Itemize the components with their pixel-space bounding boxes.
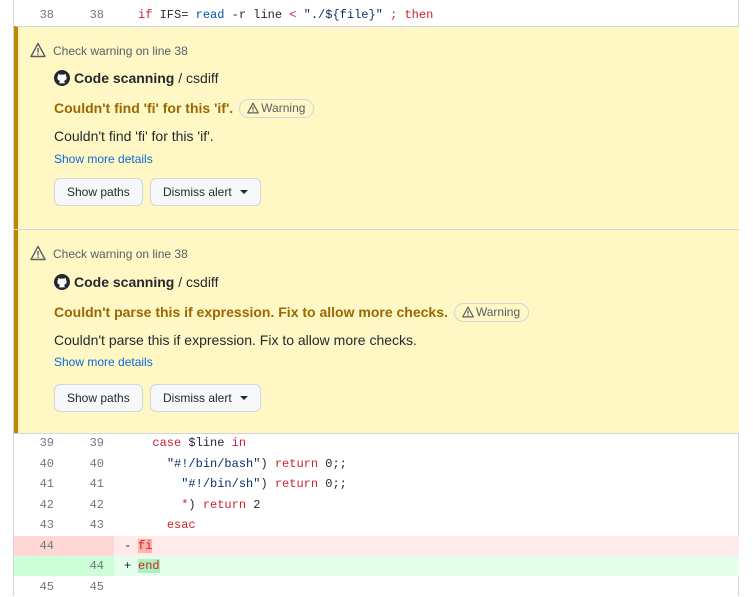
show-paths-button[interactable]: Show paths	[54, 384, 143, 412]
warning-badge: Warning	[239, 99, 315, 118]
alert-repo: / csdiff	[178, 70, 219, 86]
warning-badge-label: Warning	[475, 305, 521, 319]
alert-description: Couldn't parse this if expression. Fix t…	[54, 332, 417, 348]
dismiss-alert-label: Dismiss alert	[163, 185, 232, 199]
new-line-number[interactable]: 45	[64, 577, 104, 597]
alert-icon	[30, 42, 46, 63]
diff-sign: -	[124, 539, 132, 553]
diff-line: 39 39 case $line in	[14, 433, 739, 453]
code-line: fi	[138, 539, 153, 553]
github-icon	[54, 70, 70, 89]
diff-sign: +	[124, 559, 132, 573]
caret-down-icon	[239, 190, 248, 194]
alert-title: Couldn't find 'fi' for this 'if'. Warning	[54, 99, 315, 118]
github-icon	[54, 274, 70, 293]
alert-icon	[30, 245, 46, 266]
dismiss-alert-label: Dismiss alert	[163, 391, 232, 405]
diff-line: 41 41 "#!/bin/sh") return 0;;	[14, 474, 739, 494]
code-line: end	[138, 559, 160, 573]
code-scanning-alert: Check warning on line 38 Code scanning /…	[14, 26, 739, 229]
old-line-number[interactable]: 44	[14, 536, 54, 556]
diff-line: 40 40 "#!/bin/bash") return 0;;	[14, 454, 739, 474]
code-line: esac	[166, 518, 196, 532]
warning-badge-label: Warning	[261, 101, 306, 115]
old-line-number[interactable]: 43	[14, 515, 54, 535]
old-line-number[interactable]: 40	[14, 454, 54, 474]
alert-header: Check warning on line 38	[53, 44, 188, 58]
code-line: "#!/bin/sh") return 0;;	[181, 477, 347, 491]
diff-line: 43 43 esac	[14, 515, 739, 535]
diff-line: 45 45	[14, 577, 739, 597]
new-line-number[interactable]: 41	[64, 474, 104, 494]
alert-description: Couldn't find 'fi' for this 'if'.	[54, 128, 214, 144]
old-line-number[interactable]: 41	[14, 474, 54, 494]
alert-title-text: Couldn't find 'fi' for this 'if'.	[54, 100, 234, 116]
new-line-number[interactable]: 42	[64, 495, 104, 515]
show-more-details-link[interactable]: Show more details	[54, 355, 153, 369]
dismiss-alert-button[interactable]: Dismiss alert	[150, 384, 261, 412]
new-line-number[interactable]: 40	[64, 454, 104, 474]
alert-title-text: Couldn't parse this if expression. Fix t…	[54, 304, 448, 320]
code-line: "#!/bin/bash") return 0;;	[166, 457, 347, 471]
code-line: if IFS= read -r line < "./${file}" ; the…	[138, 8, 434, 22]
code-line: case $line in	[152, 436, 247, 450]
show-more-details-link[interactable]: Show more details	[54, 152, 153, 166]
show-paths-button[interactable]: Show paths	[54, 178, 143, 206]
alert-title: Couldn't parse this if expression. Fix t…	[54, 303, 530, 322]
alert-tool: Code scanning / csdiff	[54, 70, 218, 89]
diff-line-38: 38 38 if IFS= read -r line < "./${file}"…	[14, 5, 739, 25]
new-line-number[interactable]: 44	[64, 556, 104, 576]
new-line-number[interactable]: 39	[64, 433, 104, 453]
old-line-number[interactable]: 39	[14, 433, 54, 453]
alert-header: Check warning on line 38	[53, 247, 188, 261]
alert-tool: Code scanning / csdiff	[54, 274, 218, 293]
warning-badge: Warning	[453, 303, 530, 322]
caret-down-icon	[239, 396, 248, 400]
alert-tool-name[interactable]: Code scanning	[74, 274, 174, 290]
dismiss-alert-button[interactable]: Dismiss alert	[150, 178, 261, 206]
old-line-number[interactable]: 45	[14, 577, 54, 597]
alert-repo: / csdiff	[178, 274, 219, 290]
new-line-number[interactable]: 43	[64, 515, 104, 535]
alert-tool-name[interactable]: Code scanning	[74, 70, 174, 86]
old-line-number[interactable]: 42	[14, 495, 54, 515]
code-scanning-alert: Check warning on line 38 Code scanning /…	[14, 230, 739, 433]
diff-line-added: 44 + end	[14, 556, 739, 576]
diff-line-deleted: 44 - fi	[14, 536, 739, 556]
diff-line: 42 42 *) return 2	[14, 495, 739, 515]
old-line-number[interactable]: 38	[14, 5, 54, 25]
new-line-number[interactable]: 38	[64, 5, 104, 25]
code-line: *) return 2	[181, 498, 261, 512]
